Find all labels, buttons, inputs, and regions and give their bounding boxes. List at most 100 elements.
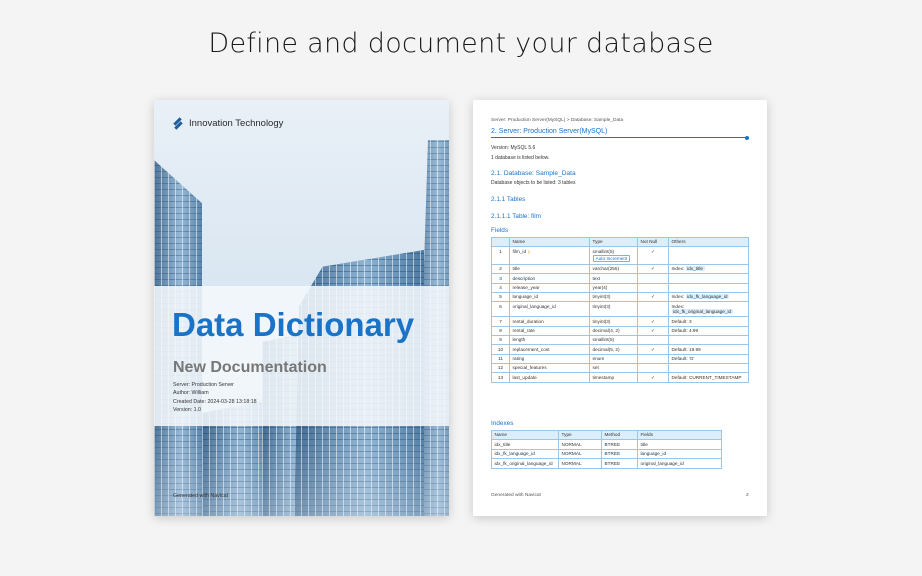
field-index: 10	[491, 344, 510, 355]
field-index-name: idx_title	[685, 266, 705, 272]
cover-meta-created: Created Date: 2024-03-28 13:18:18	[173, 398, 257, 405]
field-index-name: idx_fk_language_id	[685, 294, 729, 300]
field-others-cell: Default: CURRENT_TIMESTAMP	[668, 372, 749, 383]
field-index: 4	[491, 282, 510, 293]
field-name-cell: replacement_cost	[509, 344, 590, 355]
indexes-heading: Indexes	[491, 420, 514, 427]
table-row: 3 description text	[491, 273, 749, 284]
section-divider	[491, 137, 747, 138]
index-name: idx_fk_original_language_id	[491, 458, 559, 469]
field-type-cell: tinyint(3)	[589, 301, 638, 318]
indexes-table: Name Type Method Fields idx_title NORMAL B…	[491, 429, 722, 469]
field-type-cell: tinyint(3)	[589, 291, 638, 303]
field-name: special_features	[512, 365, 547, 371]
table-row: 9 length smallint(5)	[491, 334, 749, 346]
field-name: replacement_cost	[512, 346, 550, 352]
field-index: 9	[491, 334, 510, 346]
field-others-cell: Default: 3	[668, 316, 749, 327]
fields-heading: Fields	[491, 227, 509, 234]
field-index-name: idx_fk_original_language_id	[671, 309, 733, 315]
field-name: film_id	[512, 248, 527, 254]
database-title: 2.1. Database: Sample_Data	[491, 170, 576, 177]
field-not-null	[637, 334, 669, 346]
table-row: 10 replacement_cost decimal(5, 2) ✓ Default:…	[491, 344, 749, 355]
field-type-cell: varchar(255)	[589, 263, 638, 275]
field-others-cell: Index: idx_fk_original_language_id	[668, 301, 749, 318]
field-others-label: Default: 19.99	[671, 346, 701, 352]
cover-meta-author: Author: William	[173, 390, 209, 397]
field-type: set	[592, 365, 599, 371]
field-others-cell	[668, 282, 749, 293]
brand-name: Innovation Technology	[189, 118, 284, 129]
field-type: text	[592, 275, 601, 281]
field-name: description	[512, 275, 536, 281]
cover-title: Data Dictionary	[172, 306, 415, 343]
field-name-cell: rental_rate	[509, 325, 590, 336]
auto-increment-badge: Auto Increment	[592, 255, 631, 263]
index-method: BTREE	[601, 458, 638, 469]
field-name-cell: rental_duration	[509, 316, 590, 327]
index-type: NORMAL	[558, 448, 602, 460]
table-row: 2 title varchar(255) ✓ Index: idx_title	[491, 263, 749, 275]
field-type-cell: tinyint(3)	[589, 316, 638, 327]
index-method: BTREE	[601, 439, 638, 450]
field-index: 5	[491, 291, 510, 303]
cover-meta: Server: Production Server Author: Willia…	[173, 381, 257, 415]
field-others-cell	[668, 273, 749, 284]
brand: Innovation Technology	[172, 118, 283, 129]
cover-page: Innovation Technology Data Dictionary Ne…	[154, 100, 449, 516]
field-not-null: ✓	[637, 316, 669, 327]
cover-meta-version: Version: 1.0	[173, 407, 201, 414]
field-type: tinyint(3)	[592, 303, 611, 309]
cover-bottom-overlay	[154, 426, 449, 516]
indexes-header-row: Name Type Method Fields	[491, 429, 722, 441]
index-fields: language_id	[637, 448, 722, 460]
fields-col-name: Name	[509, 236, 590, 248]
field-type-cell: decimal(5, 2)	[589, 344, 638, 355]
field-not-null: ✓	[637, 263, 669, 275]
field-others-cell: Default: 19.99	[668, 344, 749, 355]
indexes-col-method: Method	[601, 429, 638, 441]
table-row: idx_title NORMAL BTREE title	[491, 439, 722, 450]
field-type: decimal(5, 2)	[592, 346, 620, 352]
field-index: 1	[491, 246, 510, 265]
table-row: idx_fk_language_id NORMAL BTREE language_id	[491, 448, 722, 460]
field-name: rating	[512, 356, 525, 362]
company-logo-icon	[172, 118, 183, 129]
table-row: 11 rating enum Default: 'G'	[491, 353, 749, 365]
fields-col-index	[491, 236, 510, 248]
field-others-label: Index:	[671, 266, 685, 272]
indexes-col-fields: Fields	[637, 429, 722, 441]
field-type-cell: set	[589, 363, 638, 374]
fields-col-others: Others	[668, 236, 749, 248]
table-row: 6 original_language_id tinyint(3) Index: id…	[491, 301, 749, 318]
field-not-null	[637, 363, 669, 374]
field-not-null: ✓	[637, 325, 669, 336]
field-index: 7	[491, 316, 510, 327]
field-name: title	[512, 266, 520, 272]
field-name: rental_rate	[512, 327, 535, 333]
field-index: 12	[491, 363, 510, 374]
table-row: idx_fk_original_language_id NORMAL BTREE or…	[491, 458, 722, 469]
field-name: release_year	[512, 284, 540, 290]
field-others-cell	[668, 363, 749, 374]
field-index: 3	[491, 273, 510, 284]
page-number: 2	[746, 493, 749, 498]
server-version: Version: MySQL 5.6	[491, 145, 536, 151]
fields-col-notnull: Not Null	[637, 236, 669, 248]
document-footer: Generated with Navicat	[491, 493, 541, 498]
field-type: enum	[592, 356, 605, 362]
index-method: BTREE	[601, 448, 638, 460]
field-not-null	[637, 353, 669, 365]
field-name-cell: rating	[509, 353, 590, 365]
table-heading: 2.1.1.1 Table: film	[491, 213, 541, 220]
indexes-col-type: Type	[558, 429, 602, 441]
indexes-col-name: Name	[491, 429, 559, 441]
field-type-cell: text	[589, 273, 638, 284]
fields-col-type: Type	[589, 236, 638, 248]
field-name-cell: special_features	[509, 363, 590, 374]
field-others-cell: Index: idx_title	[668, 263, 749, 275]
field-type-cell: timestamp	[589, 372, 638, 383]
tables-heading: 2.1.1 Tables	[491, 196, 526, 203]
field-type: timestamp	[592, 374, 615, 380]
